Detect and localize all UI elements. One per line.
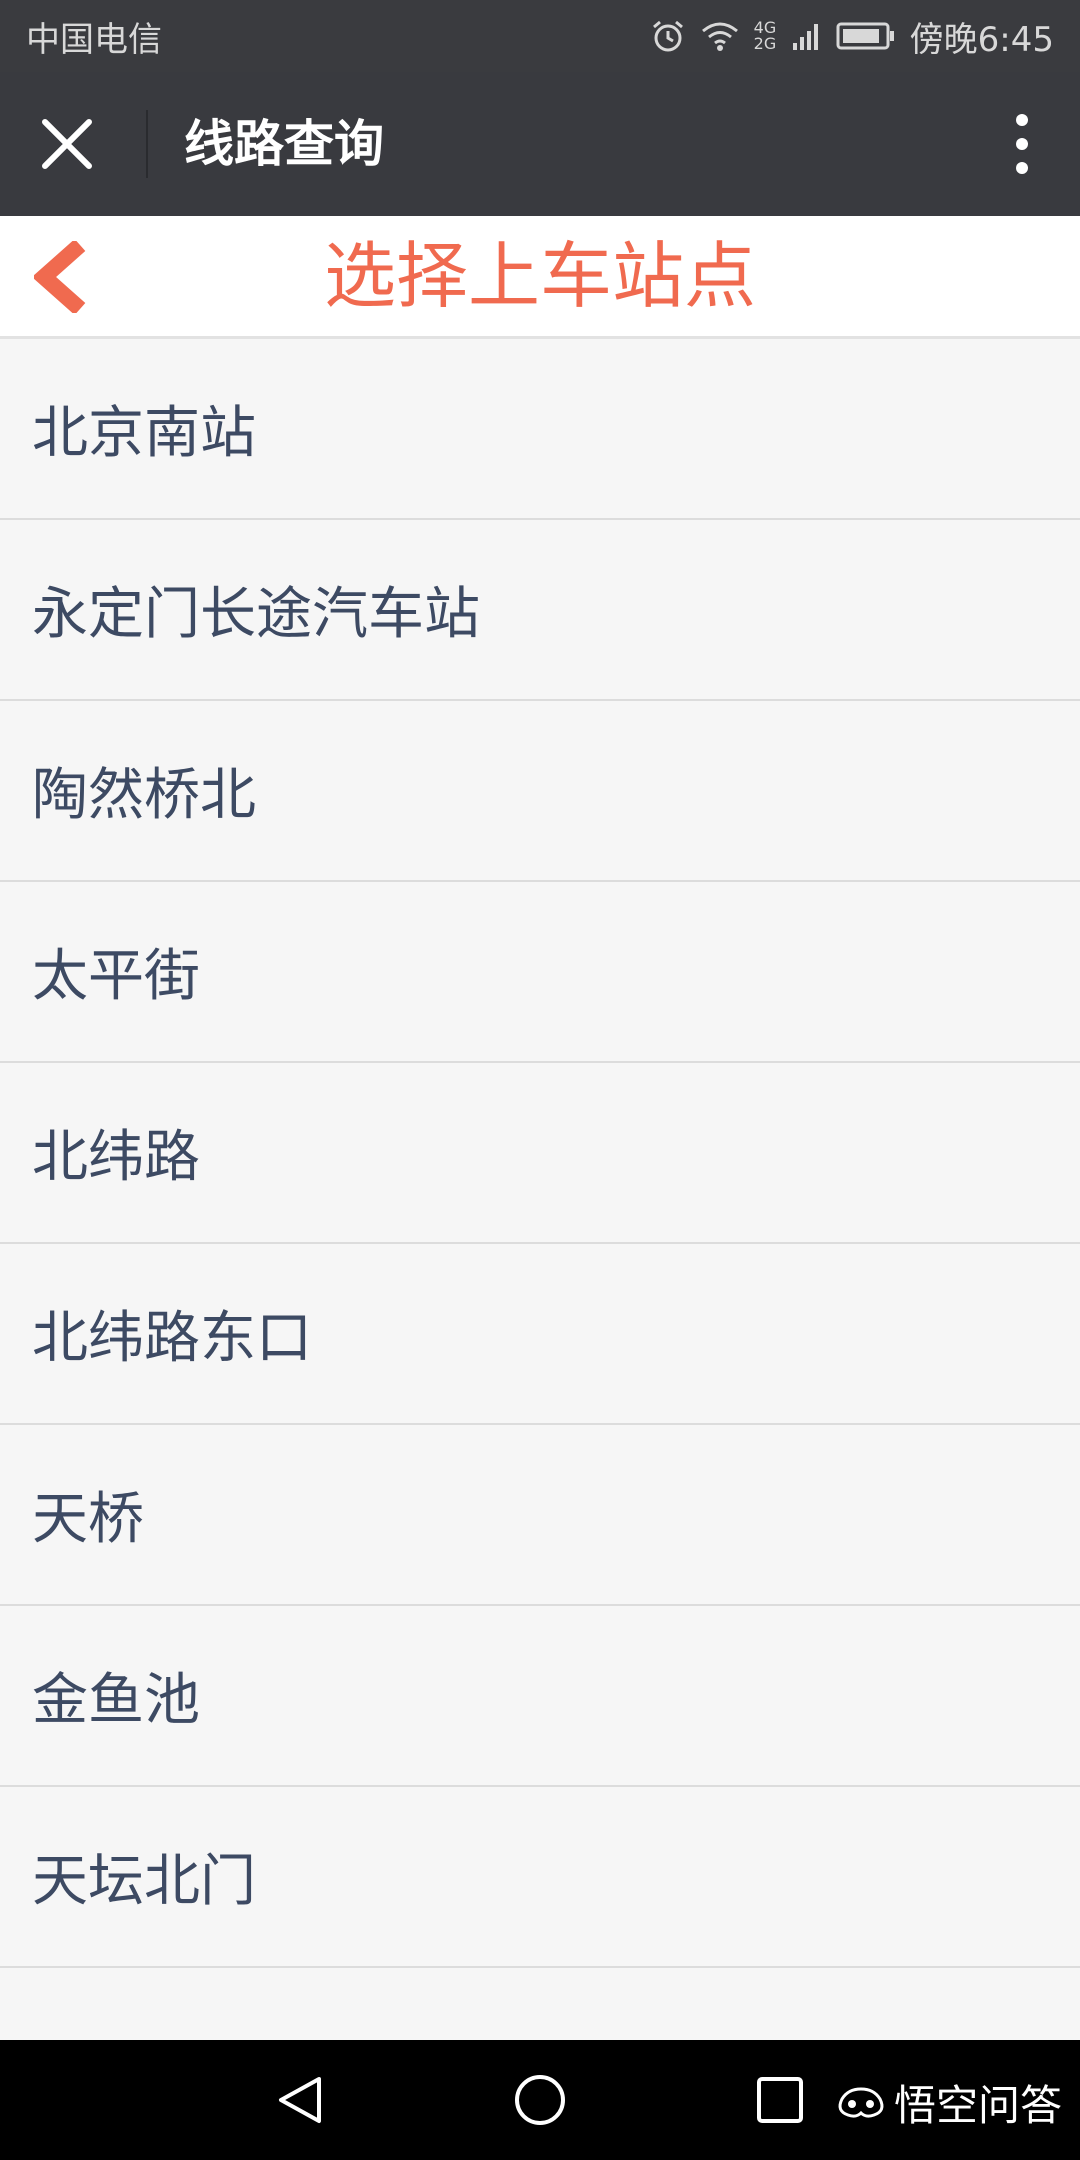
more-vertical-icon <box>1016 114 1028 174</box>
station-item[interactable]: 北纬路 <box>0 1063 1080 1244</box>
nav-title: 线路查询 <box>184 115 384 173</box>
recents-square-icon <box>757 2077 803 2123</box>
alarm-icon <box>650 18 686 54</box>
page-header: 选择上车站点 <box>0 216 1080 339</box>
station-item[interactable]: 金鱼池 <box>0 1606 1080 1787</box>
system-recents-button[interactable] <box>738 2058 822 2142</box>
close-icon <box>42 119 92 169</box>
watermark-text: 悟空问答 <box>893 2081 1062 2130</box>
station-item[interactable]: 北纬路东口 <box>0 1244 1080 1425</box>
page-title: 选择上车站点 <box>323 234 756 318</box>
watermark: 悟空问答 <box>836 2072 1062 2133</box>
station-item[interactable]: 陶然桥北 <box>0 701 1080 882</box>
home-circle-icon <box>515 2075 565 2125</box>
carrier-name: 中国电信 <box>26 19 162 60</box>
battery-icon <box>836 21 896 51</box>
station-item[interactable]: 天桥 <box>0 1425 1080 1606</box>
station-item[interactable]: 北京南站 <box>0 339 1080 520</box>
station-item[interactable]: 太平街 <box>0 882 1080 1063</box>
system-home-button[interactable] <box>498 2058 582 2142</box>
status-icons: 4G 2G 傍晚6:45 <box>650 12 1054 61</box>
status-bar: 中国电信 4G 2G 傍晚6:45 <box>0 0 1080 72</box>
wukong-logo-icon <box>838 2086 884 2118</box>
clock-time: 傍晚6:45 <box>909 19 1054 60</box>
station-item[interactable]: 永定门长途汽车站 <box>0 520 1080 701</box>
wifi-icon <box>700 20 740 52</box>
nav-divider <box>146 110 148 178</box>
station-item[interactable]: 天坛北门 <box>0 1787 1080 1968</box>
more-menu-button[interactable] <box>992 104 1052 184</box>
back-chevron-icon <box>34 241 86 313</box>
top-nav-bar: 线路查询 <box>0 72 1080 216</box>
station-list: 北京南站 永定门长途汽车站 陶然桥北 太平街 北纬路 北纬路东口 天桥 金鱼池 … <box>0 339 1080 1968</box>
signal-icon <box>792 21 822 51</box>
system-nav-bar: 悟空问答 <box>0 2040 1080 2160</box>
back-triangle-icon <box>279 2077 321 2123</box>
system-back-button[interactable] <box>258 2058 342 2142</box>
close-button[interactable] <box>22 99 112 189</box>
network-type-label: 4G 2G <box>753 18 777 53</box>
back-button[interactable] <box>22 232 102 322</box>
